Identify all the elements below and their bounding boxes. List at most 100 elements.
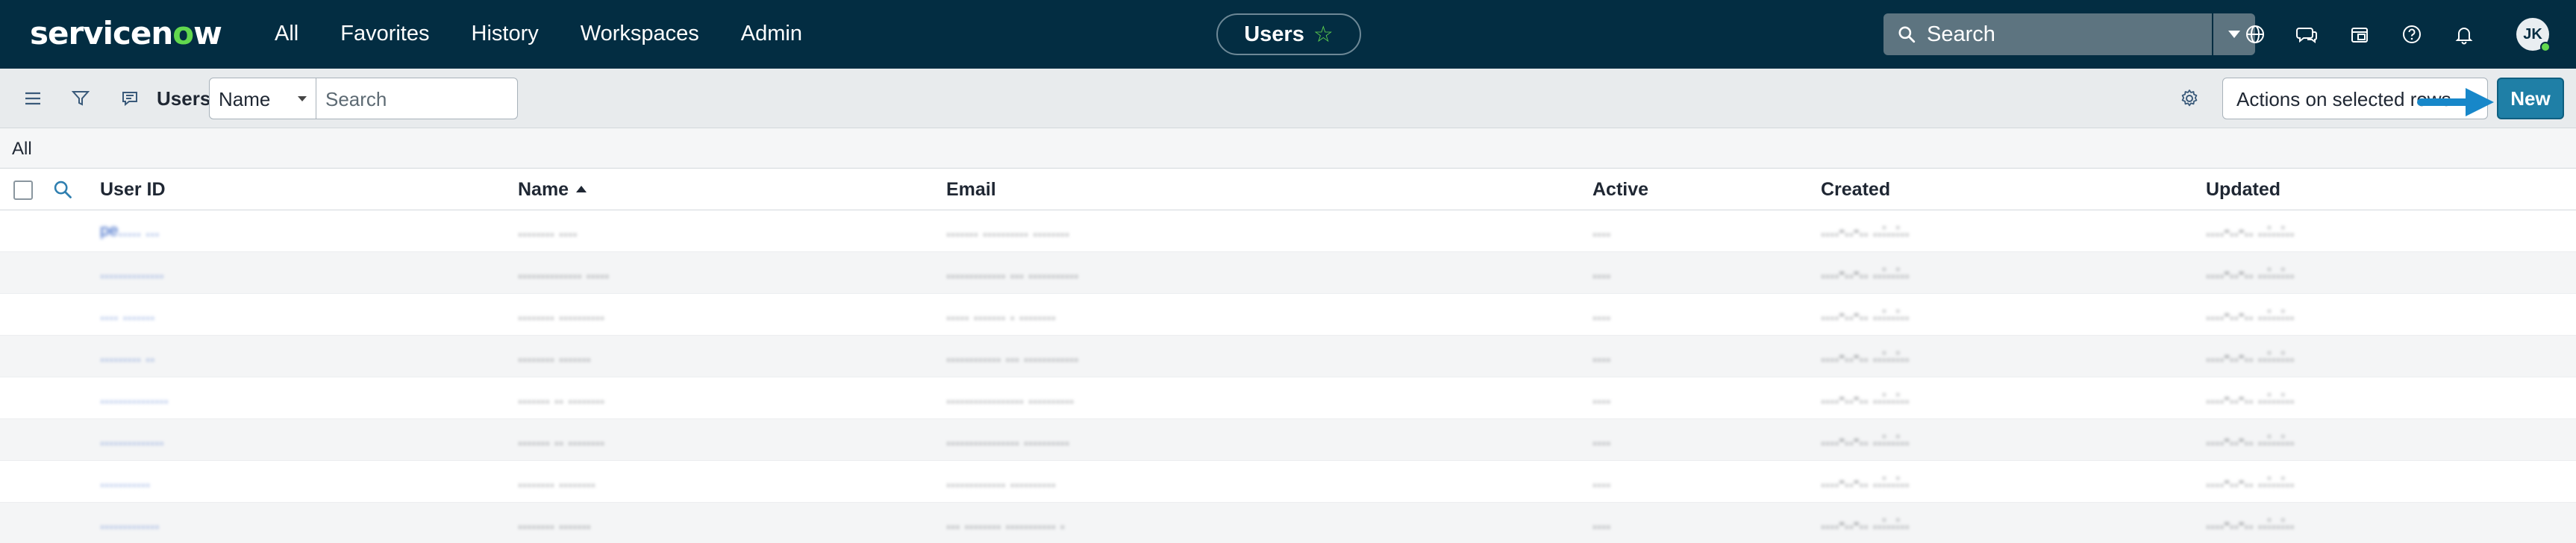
list-menu-icon[interactable] bbox=[19, 85, 46, 112]
breadcrumb-all[interactable]: All bbox=[12, 139, 32, 160]
caret-down-icon bbox=[298, 96, 307, 101]
user-id-link[interactable]: ........... bbox=[100, 473, 150, 489]
search-icon bbox=[1898, 26, 1916, 43]
name-cell: ....... .. ........ bbox=[518, 389, 605, 406]
chat-icon[interactable] bbox=[2294, 21, 2321, 48]
name-cell: ........ ....... bbox=[518, 348, 591, 364]
caret-down-icon bbox=[2228, 31, 2240, 38]
nav-admin[interactable]: Admin bbox=[741, 20, 802, 47]
created-cell: ....-..-.. ..:..:.. bbox=[1821, 222, 1910, 239]
email-cell: ..... ....... . ........ bbox=[946, 306, 1056, 322]
name-cell: ........ ........ bbox=[518, 473, 595, 489]
user-id-link[interactable]: .............. bbox=[100, 431, 164, 448]
name-cell: .............. ..... bbox=[518, 264, 610, 280]
clipboard-icon[interactable] bbox=[2346, 21, 2373, 48]
table-row[interactable]: ............... ....... .. ........ ....… bbox=[0, 377, 2576, 419]
table-header: User ID Name Email Active Created Update… bbox=[0, 169, 2576, 210]
user-id-link[interactable]: ......... .. bbox=[100, 348, 154, 364]
updated-cell: ....-..-.. ..:..:.. bbox=[2206, 264, 2295, 280]
nav-favorites[interactable]: Favorites bbox=[340, 20, 429, 47]
breadcrumb-bar: All bbox=[0, 128, 2576, 169]
new-button[interactable]: New bbox=[2497, 78, 2564, 119]
updated-cell: ....-..-.. ..:..:.. bbox=[2206, 222, 2295, 239]
user-avatar[interactable]: JK bbox=[2516, 18, 2551, 52]
sort-ascending-icon bbox=[576, 186, 587, 192]
bell-icon[interactable] bbox=[2451, 21, 2477, 48]
list-search-input[interactable]: Search bbox=[316, 78, 518, 119]
column-header-user-id[interactable]: User ID bbox=[100, 179, 166, 200]
global-search-placeholder: Search bbox=[1927, 22, 1995, 46]
updated-cell: ....-..-.. ..:..:.. bbox=[2206, 431, 2295, 448]
column-header-name[interactable]: Name bbox=[518, 179, 587, 200]
table-row[interactable]: .............. ....... .. ........ .....… bbox=[0, 419, 2576, 461]
help-icon[interactable] bbox=[2398, 21, 2425, 48]
created-cell: ....-..-.. ..:..:.. bbox=[1821, 264, 1910, 280]
name-cell: ........ ....... bbox=[518, 515, 591, 531]
email-cell: ....... .......... ........ bbox=[946, 222, 1070, 239]
created-cell: ....-..-.. ..:..:.. bbox=[1821, 473, 1910, 489]
servicenow-logo[interactable]: servicenow bbox=[30, 15, 222, 52]
email-cell: ................. .......... bbox=[946, 389, 1075, 406]
global-search-input[interactable]: Search bbox=[1883, 13, 2212, 55]
email-cell: ............. .......... bbox=[946, 473, 1056, 489]
top-navigation-bar: servicenow All Favorites History Workspa… bbox=[0, 0, 2576, 69]
active-cell: .... bbox=[1592, 264, 1611, 280]
list-search-placeholder: Search bbox=[325, 88, 387, 110]
main-nav-menu: All Favorites History Workspaces Admin bbox=[275, 20, 844, 47]
table-row[interactable]: .... ....... ........ .......... ..... .… bbox=[0, 294, 2576, 336]
nav-all[interactable]: All bbox=[275, 20, 298, 47]
created-cell: ....-..-.. ..:..:.. bbox=[1821, 431, 1910, 448]
presence-indicator bbox=[2540, 42, 2551, 52]
name-cell: ....... .. ........ bbox=[518, 431, 605, 448]
user-id-link[interactable]: ............... bbox=[100, 389, 169, 406]
list-title: Users bbox=[157, 87, 211, 110]
nav-history[interactable]: History bbox=[472, 20, 539, 47]
table-row[interactable]: ............. ........ ....... ... .....… bbox=[0, 503, 2576, 543]
column-search-icon[interactable] bbox=[52, 179, 73, 200]
activity-stream-icon[interactable] bbox=[116, 85, 143, 112]
select-all-checkbox[interactable] bbox=[13, 181, 33, 200]
created-cell: ....-..-.. ..:..:.. bbox=[1821, 306, 1910, 322]
search-field-value: Name bbox=[219, 88, 271, 110]
favorite-star-icon[interactable]: ☆ bbox=[1313, 22, 1334, 48]
created-cell: ....-..-.. ..:..:.. bbox=[1821, 348, 1910, 364]
column-header-email[interactable]: Email bbox=[946, 179, 996, 200]
user-id-link[interactable]: .... ....... bbox=[100, 306, 154, 322]
created-cell: ....-..-.. ..:..:.. bbox=[1821, 389, 1910, 406]
table-row[interactable]: ........... ........ ........ ..........… bbox=[0, 461, 2576, 503]
created-cell: ....-..-.. ..:..:.. bbox=[1821, 515, 1910, 531]
updated-cell: ....-..-.. ..:..:.. bbox=[2206, 515, 2295, 531]
email-cell: ................ .......... bbox=[946, 431, 1070, 448]
active-cell: .... bbox=[1592, 515, 1611, 531]
filter-icon[interactable] bbox=[67, 85, 94, 112]
active-cell: .... bbox=[1592, 306, 1611, 322]
avatar-initials: JK bbox=[2523, 25, 2542, 43]
user-id-link[interactable]: pe..... ... bbox=[100, 222, 159, 239]
globe-icon[interactable] bbox=[2242, 21, 2269, 48]
callout-arrow-icon bbox=[2417, 88, 2494, 116]
table-row[interactable]: .............. .............. ..... ....… bbox=[0, 252, 2576, 294]
column-header-active[interactable]: Active bbox=[1592, 179, 1648, 200]
nav-workspaces[interactable]: Workspaces bbox=[581, 20, 699, 47]
email-cell: ............. ... ........... bbox=[946, 264, 1079, 280]
active-cell: .... bbox=[1592, 473, 1611, 489]
settings-gear-icon[interactable] bbox=[2176, 85, 2203, 112]
list-toolbar: Users Name Search Actions on selected ro… bbox=[0, 69, 2576, 128]
search-field-select[interactable]: Name bbox=[209, 78, 316, 119]
active-cell: .... bbox=[1592, 348, 1611, 364]
table-row[interactable]: pe..... ... ........ .... ....... ......… bbox=[0, 210, 2576, 252]
column-header-updated[interactable]: Updated bbox=[2206, 179, 2280, 200]
user-id-link[interactable]: .............. bbox=[100, 264, 164, 280]
context-title-pill[interactable]: Users ☆ bbox=[1216, 13, 1361, 55]
user-id-link[interactable]: ............. bbox=[100, 515, 159, 531]
context-title: Users bbox=[1244, 22, 1304, 46]
name-cell: ........ .... bbox=[518, 222, 578, 239]
updated-cell: ....-..-.. ..:..:.. bbox=[2206, 348, 2295, 364]
active-cell: .... bbox=[1592, 389, 1611, 406]
email-cell: ............ ... ............ bbox=[946, 348, 1079, 364]
column-header-created[interactable]: Created bbox=[1821, 179, 1890, 200]
name-cell: ........ .......... bbox=[518, 306, 605, 322]
active-cell: .... bbox=[1592, 431, 1611, 448]
table-row[interactable]: ......... .. ........ ....... ..........… bbox=[0, 336, 2576, 377]
updated-cell: ....-..-.. ..:..:.. bbox=[2206, 306, 2295, 322]
